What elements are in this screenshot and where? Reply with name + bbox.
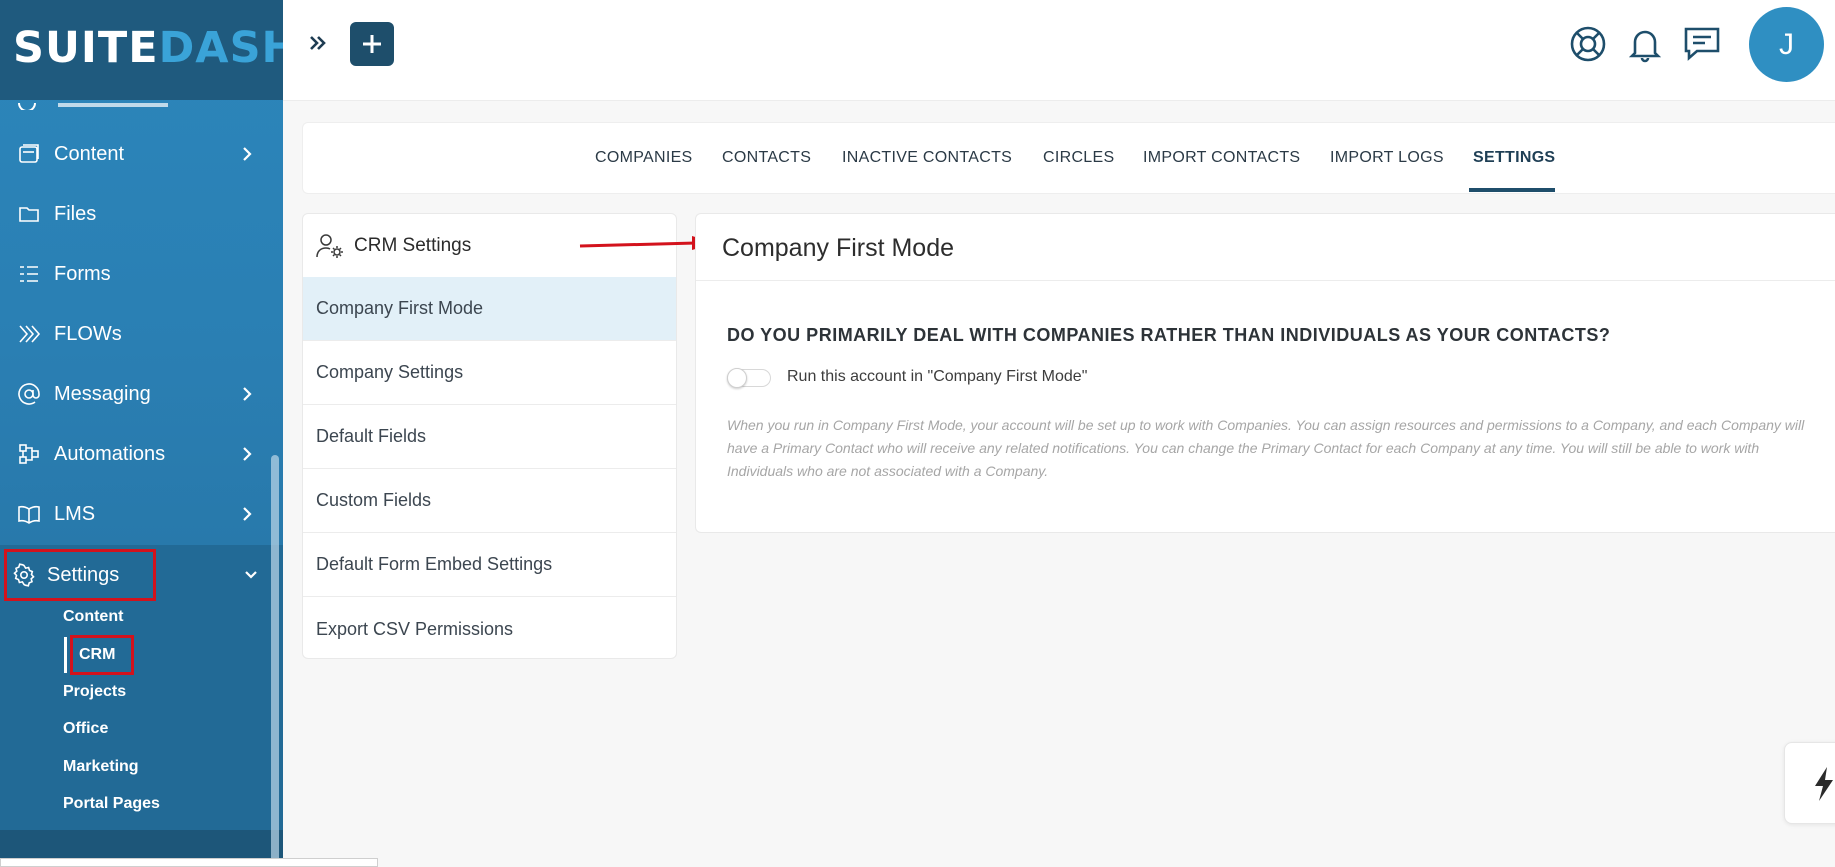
- settings-submenu-office[interactable]: Office: [63, 720, 108, 738]
- settings-submenu-content[interactable]: Content: [63, 608, 123, 626]
- menu-item-company-first-mode[interactable]: Company First Mode: [303, 277, 676, 341]
- user-avatar[interactable]: J: [1749, 7, 1824, 82]
- divider: [696, 280, 1835, 281]
- quick-add-button[interactable]: [350, 22, 394, 66]
- sidebar-item-label: Files: [54, 202, 97, 225]
- active-indicator: [64, 637, 67, 673]
- crm-settings-title: CRM Settings: [354, 234, 472, 256]
- chat-icon: [1684, 27, 1720, 61]
- tab-circles[interactable]: CIRCLES: [1043, 149, 1114, 167]
- suitedash-logo[interactable]: SUITEDASH: [13, 20, 283, 76]
- chevron-down-icon[interactable]: [242, 566, 260, 584]
- book-icon: [16, 501, 42, 527]
- lightning-icon: [1815, 767, 1833, 801]
- tab-contacts[interactable]: CONTACTS: [722, 149, 811, 167]
- user-settings-icon: [315, 231, 345, 261]
- tab-inactive-contacts[interactable]: INACTIVE CONTACTS: [842, 149, 1012, 167]
- crm-tabs: COMPANIES CONTACTS INACTIVE CONTACTS CIR…: [302, 122, 1835, 194]
- chevron-right-icon: [243, 447, 252, 461]
- topbar: J: [283, 0, 1835, 101]
- content-icon: [16, 141, 42, 167]
- chevron-right-icon: [243, 387, 252, 401]
- support-icon: [1570, 26, 1606, 62]
- expand-icon[interactable]: [305, 30, 331, 56]
- crm-settings-menu: CRM Settings Company First Mode Company …: [302, 213, 677, 659]
- gear-icon: [11, 562, 37, 588]
- messages-button[interactable]: [1682, 24, 1722, 64]
- flows-icon: [16, 321, 42, 347]
- sidebar-item-label: Messaging: [54, 382, 151, 405]
- menu-item-custom-fields[interactable]: Custom Fields: [303, 469, 676, 533]
- logo-text-suite: SUITE: [13, 23, 159, 73]
- sidebar-item-flows[interactable]: FLOWs: [0, 305, 283, 363]
- sidebar-scrollbar[interactable]: [271, 455, 279, 867]
- sidebar-item-files[interactable]: Files: [0, 185, 283, 243]
- logo-text-dash: DASH: [158, 23, 283, 73]
- company-first-mode-toggle[interactable]: [727, 368, 771, 388]
- sidebar-item-label: Forms: [54, 262, 111, 285]
- bell-icon: [1628, 30, 1662, 63]
- sidebar-item-messaging[interactable]: Messaging: [0, 365, 283, 423]
- settings-submenu-crm[interactable]: CRM: [70, 635, 134, 675]
- plus-icon: [363, 35, 381, 53]
- notifications-button[interactable]: [1625, 24, 1665, 64]
- menu-item-export-csv-permissions[interactable]: Export CSV Permissions: [303, 597, 676, 661]
- tab-import-logs[interactable]: IMPORT LOGS: [1330, 149, 1444, 167]
- forms-icon: [16, 261, 42, 287]
- panel-title: Company First Mode: [722, 234, 955, 262]
- automations-icon: [16, 441, 42, 467]
- sidebar-item-label: LMS: [54, 502, 96, 525]
- active-tab-underline: [1469, 188, 1555, 192]
- chevron-right-icon: [243, 507, 252, 521]
- sidebar-item-content[interactable]: Content: [0, 125, 283, 183]
- settings-submenu-marketing[interactable]: Marketing: [63, 758, 139, 776]
- toggle-knob: [727, 368, 747, 388]
- at-icon: [16, 381, 42, 407]
- menu-item-company-settings[interactable]: Company Settings: [303, 341, 676, 405]
- sidebar-item-partial: [18, 100, 258, 110]
- sidebar-item-lms[interactable]: LMS: [0, 485, 283, 543]
- bottom-panel-edge: [0, 858, 378, 867]
- sidebar-item-label: Settings: [47, 563, 120, 586]
- sidebar-item-label: FLOWs: [54, 322, 122, 345]
- panel-description: When you run in Company First Mode, your…: [727, 417, 1805, 479]
- logo-bar: SUITEDASH: [0, 0, 283, 100]
- tab-settings[interactable]: SETTINGS: [1473, 149, 1555, 167]
- sidebar-item-settings[interactable]: Settings: [4, 549, 156, 601]
- sidebar-item-forms[interactable]: Forms: [0, 245, 283, 303]
- quick-actions-widget[interactable]: [1784, 742, 1835, 824]
- tab-companies[interactable]: COMPANIES: [595, 149, 693, 167]
- panel-question: DO YOU PRIMARILY DEAL WITH COMPANIES RAT…: [727, 325, 1611, 345]
- settings-submenu-portal-pages[interactable]: Portal Pages: [63, 795, 160, 813]
- support-button[interactable]: [1568, 24, 1608, 64]
- tab-import-contacts[interactable]: IMPORT CONTACTS: [1143, 149, 1300, 167]
- menu-item-default-form-embed-settings[interactable]: Default Form Embed Settings: [303, 533, 676, 597]
- sidebar-item-label: Automations: [54, 442, 166, 465]
- toggle-label[interactable]: Run this account in "Company First Mode": [787, 368, 1087, 386]
- folder-icon: [16, 201, 42, 227]
- sidebar-item-automations[interactable]: Automations: [0, 425, 283, 483]
- company-first-mode-panel: Company First Mode DO YOU PRIMARILY DEAL…: [695, 213, 1835, 533]
- menu-item-default-fields[interactable]: Default Fields: [303, 405, 676, 469]
- sidebar: SUITEDASH Content Files Forms FLOWs Mess…: [0, 0, 283, 867]
- chevron-right-icon: [243, 147, 252, 161]
- sidebar-item-label: Content: [54, 142, 125, 165]
- settings-submenu-projects[interactable]: Projects: [63, 683, 126, 701]
